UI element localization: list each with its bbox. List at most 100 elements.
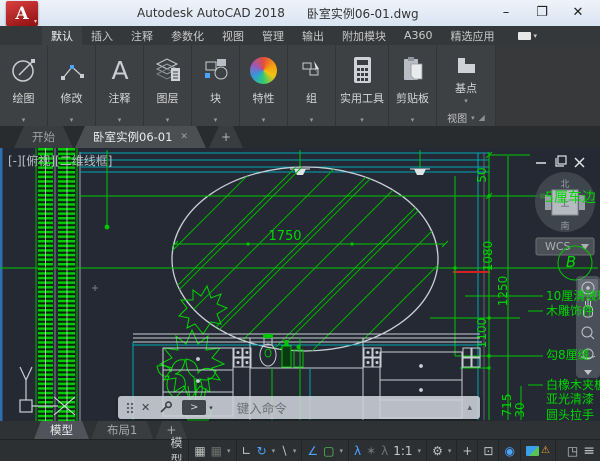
annotation-scale-icon[interactable]: λ [381,444,388,458]
chevron-down-icon[interactable]: ▾ [227,447,231,455]
chevron-down-icon: ▾ [192,116,239,124]
drag-grip-icon[interactable] [126,402,133,414]
annotation-autoscale-icon[interactable]: ✶ [366,444,376,458]
workspace-gear-icon[interactable]: ⚙ [432,444,443,458]
note-groove: 勾8厘缝 [546,347,590,362]
panel-label: 块 [210,93,221,105]
dim-text-1750: 1750 [268,229,301,244]
chevron-down-icon[interactable]: ▾ [339,447,343,455]
panel-label: 组 [306,93,317,105]
command-prompt-icon[interactable]: > [182,400,206,415]
ribbon-panels: 绘图 ▾ 修改 ▾ A 注释 ▾ 图层 ▾ [0,45,600,126]
ribbon-tab-parametric[interactable]: 参数化 [162,26,213,45]
panel-block[interactable]: 块 ▾ [192,45,239,126]
file-tab-document[interactable]: 卧室实例06-01 ✕ [75,126,206,148]
chevron-down-icon[interactable]: ▾ [272,447,276,455]
isometric-drafting-icon[interactable]: ∖ [280,444,288,458]
ribbon-display-toggle[interactable]: ▾ [518,26,538,45]
block-icon [201,47,231,93]
section-letter: B [566,253,576,271]
close-icon[interactable]: ✕ [141,401,150,414]
window-edge-accent [0,148,3,421]
autocad-window: A ▾ Autodesk AutoCAD 2018 卧室实例06-01.dwg … [0,0,600,461]
layers-icon [153,47,183,93]
annotation-scale-value[interactable]: 1:1 [393,444,412,458]
polar-tracking-icon[interactable]: ↻ [257,444,267,458]
chevron-down-icon[interactable]: ▾ [418,447,422,455]
application-menu-button[interactable]: A ▾ [6,1,38,26]
dim-text-30: 30 [513,402,527,417]
new-tab-button[interactable]: + [209,126,243,148]
chevron-down-icon: ▾ [464,97,468,105]
chevron-down-icon: ▾ [0,116,47,124]
clipboard-icon [398,47,428,93]
ribbon-tab-insert[interactable]: 插入 [82,26,122,45]
panel-label: 基点 [455,83,477,95]
grid-display-icon[interactable]: ▦ [194,444,205,458]
panel-view-base[interactable]: 基点 ▾ 视图 ▾ ◢ [437,45,495,126]
title-bar: A ▾ Autodesk AutoCAD 2018 卧室实例06-01.dwg … [0,0,600,26]
ortho-mode-icon[interactable]: ∟ [242,444,252,458]
panel-layers[interactable]: 图层 ▾ [144,45,191,126]
command-input[interactable]: 键入命令 [237,398,287,417]
clean-screen-icon[interactable]: ◳ [567,444,578,458]
dialog-launcher-icon: ◢ [479,113,485,122]
panel-draw[interactable]: 绘图 ▾ [0,45,47,126]
ribbon-tab-manage[interactable]: 管理 [253,26,293,45]
note-plywood: 白橡木夹板 [546,377,600,392]
panel-groups[interactable]: 组 ▾ [288,45,335,126]
ribbon-tab-home[interactable]: 默认 [42,26,82,45]
ribbon-tab-featured-apps[interactable]: 精选应用 [442,26,504,45]
warning-icon[interactable]: ⚠ [541,445,550,456]
minimize-button[interactable]: – [488,0,524,24]
annotation-monitor-icon[interactable]: + [462,444,472,458]
properties-color-wheel-icon [250,47,277,93]
graphics-performance-icon[interactable]: ◉ [504,444,514,458]
isolate-objects-icon[interactable]: ⊡ [483,444,493,458]
tab-layout1[interactable]: 布局1 [91,421,153,439]
chevron-down-icon: ▾ [34,18,37,25]
viewport-controls-label[interactable]: [-][俯视][二维线框] [8,153,112,168]
hardware-acceleration-icon[interactable] [526,446,539,456]
panel-label: 剪贴板 [396,93,429,105]
ribbon-tab-addins[interactable]: 附加模块 [333,26,395,45]
tab-model[interactable]: 模型 [34,421,89,439]
ribbon-tab-a360[interactable]: A360 [395,26,442,45]
panel-annotate[interactable]: A 注释 ▾ [96,45,143,126]
close-button[interactable]: ✕ [560,0,596,24]
model-space-toggle[interactable]: 模型 [166,440,190,461]
note-bevel-edge: 5厘车边 [545,189,596,206]
command-line-bar[interactable]: ✕ > ▾ 键入命令 ▴ [118,396,480,419]
note-handle: 圆头拉手 [546,407,594,421]
panel-properties[interactable]: 特性 ▾ [240,45,287,126]
chevron-down-icon[interactable]: ▾ [293,447,297,455]
dim-text-715: 715 [500,394,514,417]
note-lacquer: 亚光清漆 [546,392,594,406]
close-tab-icon[interactable]: ✕ [180,132,188,142]
ribbon-tab-bar: 默认 插入 注释 参数化 视图 管理 输出 附加模块 A360 精选应用 ▾ [0,26,600,45]
ribbon-tab-output[interactable]: 输出 [293,26,333,45]
maximize-button[interactable]: ❐ [524,0,560,24]
panel-clipboard[interactable]: 剪贴板 ▾ [389,45,436,126]
customization-menu-icon[interactable]: ≡ [583,443,595,459]
ribbon-tab-annotate[interactable]: 注释 [122,26,162,45]
file-tab-start[interactable]: 开始 [14,126,73,148]
utilities-calculator-icon [347,47,377,93]
snap-grid-icon[interactable]: ▦ [211,444,222,458]
chevron-down-icon: ▾ [288,116,335,124]
chevron-down-icon[interactable]: ▾ [209,404,213,412]
panel-modify[interactable]: 修改 ▾ [48,45,95,126]
object-snap-icon[interactable]: ▢ [323,444,334,458]
object-snap-tracking-icon[interactable]: ∠ [307,444,318,458]
ribbon-empty-area [496,45,600,126]
panel-utilities[interactable]: 实用工具 ▾ [336,45,388,126]
collapse-icon[interactable]: ▴ [467,403,472,413]
drawing-canvas[interactable]: 1750 50 1080 1250 1100 715 [0,148,600,421]
annotation-visibility-icon[interactable]: λ [354,444,361,458]
view-panel-title[interactable]: 视图 ▾ ◢ [437,110,495,125]
viewcube-north-label: 北 [560,179,569,190]
chevron-down-icon[interactable]: ▾ [448,447,452,455]
chevron-down-icon: ▾ [471,114,475,122]
customize-wrench-icon[interactable] [159,401,173,414]
ribbon-tab-view[interactable]: 视图 [213,26,253,45]
